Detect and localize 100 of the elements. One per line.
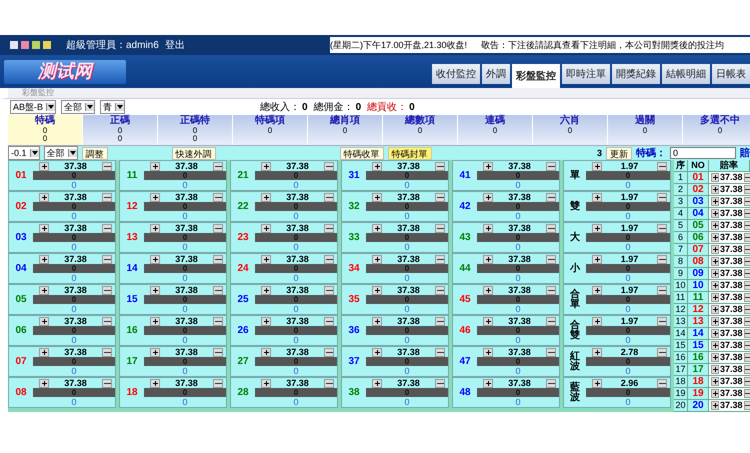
nav-tab[interactable]: 結帳明細 [662,64,710,84]
increase-button[interactable] [261,378,271,388]
increase-button[interactable] [711,185,719,194]
increase-button[interactable] [483,316,493,326]
decrease-button[interactable] [546,224,556,232]
category-tab[interactable]: 連碼 0 [458,115,533,145]
increase-button[interactable] [711,293,719,302]
category-tab[interactable]: 正碼 0 0 [83,115,158,145]
decrease-button[interactable] [213,378,223,388]
increase-button[interactable] [372,254,382,264]
increase-button[interactable] [711,389,719,398]
increase-button[interactable] [483,286,493,294]
category-tab[interactable]: 多選不中 0 [683,115,750,145]
increase-button[interactable] [711,341,719,350]
decrease-button[interactable] [744,233,750,242]
increase-button[interactable] [261,192,271,202]
filter-dropdown[interactable]: 青 [100,100,126,114]
decrease-button[interactable] [435,348,445,356]
close-button[interactable]: 特碼封單 [388,146,432,160]
increase-button[interactable] [711,173,719,182]
increase-button[interactable] [39,254,49,264]
decrease-button[interactable] [744,257,750,266]
decrease-button[interactable] [744,365,750,374]
decrease-button[interactable] [213,162,223,170]
increase-button[interactable] [711,197,719,206]
decrease-button[interactable] [213,192,223,202]
decrease-button[interactable] [744,305,750,314]
increase-button[interactable] [150,316,160,326]
increase-button[interactable] [372,162,382,170]
increase-button[interactable] [483,162,493,170]
decrease-button[interactable] [213,254,223,264]
increase-button[interactable] [592,254,602,264]
logout-link[interactable]: 登出 [164,38,185,52]
increase-button[interactable] [483,378,493,388]
increase-button[interactable] [261,254,271,264]
increase-button[interactable] [592,286,602,294]
refresh-button[interactable]: 更新 [606,146,632,160]
increase-button[interactable] [372,192,382,202]
increase-button[interactable] [711,329,719,338]
decrease-button[interactable] [744,209,750,218]
increase-button[interactable] [261,162,271,170]
increase-button[interactable] [372,378,382,388]
increase-button[interactable] [711,305,719,314]
nav-tab[interactable]: 即時注單 [562,64,610,84]
decrease-button[interactable] [657,162,667,170]
decrease-button[interactable] [744,317,750,326]
decrease-button[interactable] [213,316,223,326]
decrease-button[interactable] [657,224,667,232]
increase-button[interactable] [150,192,160,202]
nav-tab[interactable]: 收付監控 [432,64,480,84]
decrease-button[interactable] [546,254,556,264]
decrease-button[interactable] [213,348,223,356]
decrease-button[interactable] [546,162,556,170]
increase-button[interactable] [711,281,719,290]
decrease-button[interactable] [102,378,112,388]
increase-button[interactable] [39,286,49,294]
decrease-button[interactable] [324,316,334,326]
decrease-button[interactable] [657,286,667,294]
increase-button[interactable] [39,348,49,356]
decrease-button[interactable] [102,254,112,264]
decrease-button[interactable] [435,254,445,264]
increase-button[interactable] [711,257,719,266]
decrease-button[interactable] [657,254,667,264]
increase-button[interactable] [711,377,719,386]
increase-button[interactable] [711,353,719,362]
decrease-button[interactable] [657,316,667,326]
nav-tab[interactable]: 開獎紀錄 [612,64,660,84]
decrease-button[interactable] [744,197,750,206]
decrease-button[interactable] [744,269,750,278]
category-tab[interactable]: 過關 0 [608,115,683,145]
increase-button[interactable] [711,317,719,326]
nav-tab[interactable]: 彩盤監控 [512,64,560,88]
increase-button[interactable] [592,316,602,326]
decrease-button[interactable] [435,316,445,326]
nav-tab[interactable]: 日帳表 [712,64,750,84]
increase-button[interactable] [483,192,493,202]
increase-button[interactable] [483,348,493,356]
decrease-button[interactable] [546,286,556,294]
decrease-button[interactable] [102,316,112,326]
decrease-button[interactable] [213,286,223,294]
decrease-button[interactable] [744,221,750,230]
decrease-button[interactable] [744,173,750,182]
adjust-button[interactable]: 調整 [82,146,108,160]
decrease-button[interactable] [102,224,112,232]
increase-button[interactable] [711,233,719,242]
decrease-button[interactable] [546,378,556,388]
category-tab[interactable]: 六肖 0 [533,115,608,145]
decrease-button[interactable] [744,389,750,398]
increase-button[interactable] [261,286,271,294]
decrease-button[interactable] [435,192,445,202]
category-tab[interactable]: 特碼項 0 [233,115,308,145]
decrease-button[interactable] [657,192,667,202]
decrease-button[interactable] [102,192,112,202]
decrease-button[interactable] [324,286,334,294]
increase-button[interactable] [592,348,602,356]
increase-button[interactable] [711,221,719,230]
increase-button[interactable] [372,348,382,356]
increase-button[interactable] [372,286,382,294]
increase-button[interactable] [711,401,719,410]
decrease-button[interactable] [435,162,445,170]
